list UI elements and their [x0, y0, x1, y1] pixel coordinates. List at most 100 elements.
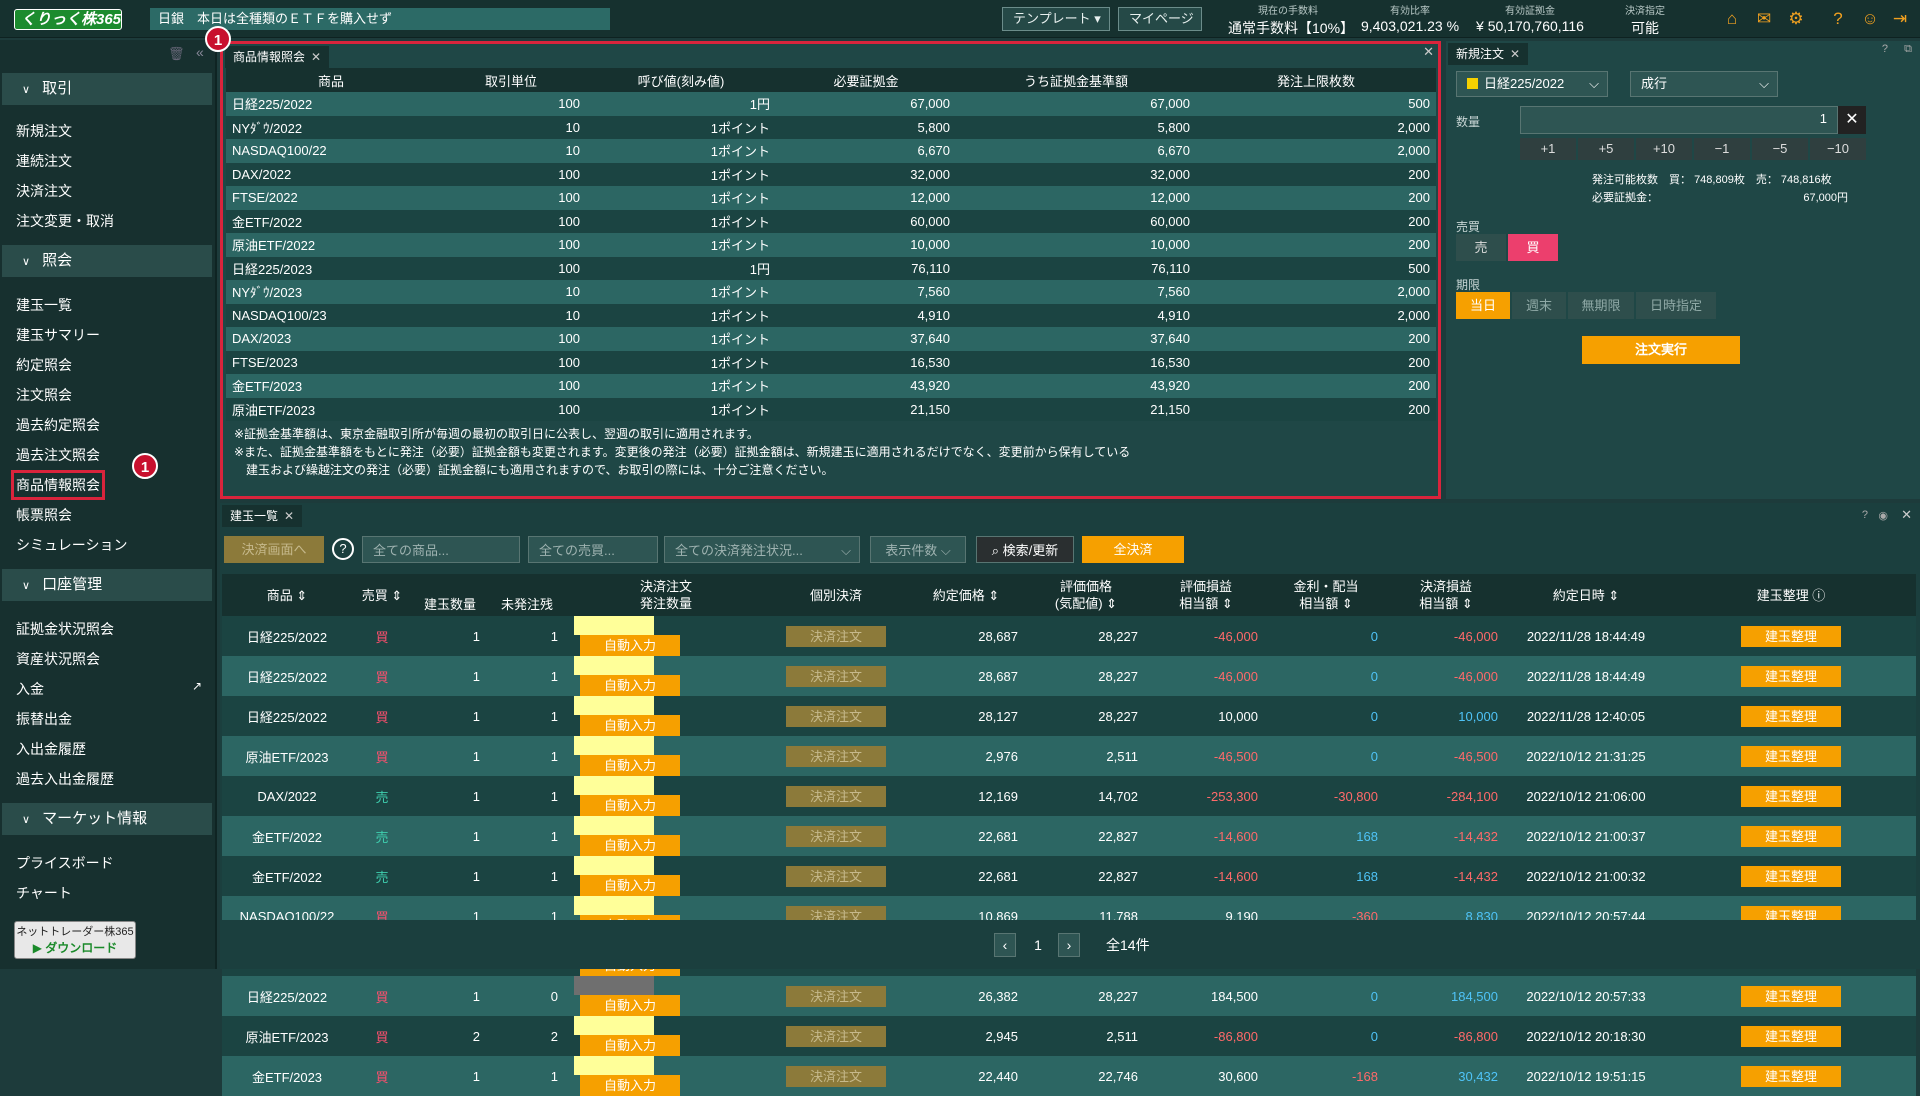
arrange-position-button[interactable]: 建玉整理	[1741, 705, 1841, 727]
sidebar-item-positions[interactable]: 建玉一覧	[16, 295, 72, 315]
arrange-position-button[interactable]: 建玉整理	[1741, 625, 1841, 647]
sidebar-item-price-board[interactable]: プライスボード	[16, 853, 114, 873]
qty-step-button[interactable]: −10	[1810, 138, 1866, 160]
sidebar-item-position-summary[interactable]: 建玉サマリー	[16, 325, 100, 345]
arrange-position-button[interactable]: 建玉整理	[1741, 1065, 1841, 1087]
arrange-position-button[interactable]: 建玉整理	[1741, 865, 1841, 887]
order-qty-input[interactable]	[574, 776, 654, 795]
sidebar-item-simulation[interactable]: シミュレーション	[16, 535, 127, 555]
home-icon[interactable]: ⌂	[1722, 9, 1742, 29]
order-qty-input[interactable]	[574, 976, 654, 995]
sidebar-item-chart[interactable]: チャート	[16, 883, 72, 903]
sidebar-item-margin-status[interactable]: 証拠金状況照会	[16, 619, 114, 639]
qty-step-button[interactable]: −1	[1694, 138, 1750, 160]
sidebar-item-withdrawal[interactable]: 振替出金	[16, 709, 72, 729]
arrange-position-button[interactable]: 建玉整理	[1741, 1025, 1841, 1047]
sidebar-item-reports[interactable]: 帳票照会	[16, 505, 72, 525]
order-qty-input[interactable]	[574, 856, 654, 875]
gear-icon[interactable]: ⚙	[1786, 9, 1806, 29]
section-market-info[interactable]: ∨ マーケット情報	[2, 803, 212, 835]
auto-input-button[interactable]: 自動入力	[580, 835, 680, 856]
auto-input-button[interactable]: 自動入力	[580, 1035, 680, 1056]
period-weekend[interactable]: 週末	[1512, 292, 1566, 319]
panel-close-icon[interactable]: ✕	[1423, 44, 1434, 60]
qty-step-button[interactable]: +10	[1636, 138, 1692, 160]
auto-input-button[interactable]: 自動入力	[580, 995, 680, 1016]
help-icon[interactable]: ?	[1882, 43, 1888, 55]
individual-settle-button[interactable]: 決済注文	[786, 1065, 886, 1087]
search-button[interactable]: ⌕ 検索/更新	[976, 536, 1074, 563]
order-qty-input[interactable]	[574, 696, 654, 715]
individual-settle-button[interactable]: 決済注文	[786, 865, 886, 887]
sidebar-item-asset-status[interactable]: 資産状況照会	[16, 649, 100, 669]
close-icon[interactable]: ✕	[284, 509, 294, 523]
individual-settle-button[interactable]: 決済注文	[786, 705, 886, 727]
auto-input-button[interactable]: 自動入力	[580, 875, 680, 896]
individual-settle-button[interactable]: 決済注文	[786, 985, 886, 1007]
count-filter[interactable]: 表示件数 ⌵	[870, 536, 966, 563]
app-logo[interactable]: くりっく株365	[14, 9, 122, 30]
execute-order-button[interactable]: 注文実行	[1582, 336, 1740, 364]
collapse-icon[interactable]: «	[196, 44, 204, 60]
period-date[interactable]: 日時指定	[1636, 292, 1716, 319]
prev-page-button[interactable]: ‹	[994, 933, 1016, 957]
auto-input-button[interactable]: 自動入力	[580, 795, 680, 816]
product-filter[interactable]: 全ての商品...	[362, 536, 520, 563]
qty-step-button[interactable]: +5	[1578, 138, 1634, 160]
qty-step-button[interactable]: −5	[1752, 138, 1808, 160]
mypage-button[interactable]: マイページ	[1118, 7, 1202, 31]
sidebar-item-past-transfer-history[interactable]: 過去入出金履歴	[16, 769, 114, 789]
qty-input[interactable]: 1	[1520, 106, 1838, 134]
sidebar-item-continuous-order[interactable]: 連続注文	[16, 151, 72, 171]
qty-step-button[interactable]: +1	[1520, 138, 1576, 160]
settle-screen-button[interactable]: 決済画面へ	[224, 536, 324, 563]
order-qty-input[interactable]	[574, 816, 654, 835]
product-select[interactable]: 日経225/2022 ⌵	[1456, 71, 1608, 97]
sidebar-item-orders[interactable]: 注文照会	[16, 385, 72, 405]
period-today[interactable]: 当日	[1456, 292, 1510, 319]
auto-input-button[interactable]: 自動入力	[580, 635, 680, 656]
order-qty-input[interactable]	[574, 656, 654, 675]
mail-icon[interactable]: ✉	[1754, 9, 1774, 29]
tab-new-order[interactable]: 新規注文 ✕	[1448, 43, 1529, 65]
help-icon[interactable]: ?	[1828, 9, 1848, 29]
arrange-position-button[interactable]: 建玉整理	[1741, 745, 1841, 767]
sidebar-item-product-info[interactable]: 商品情報照会	[11, 470, 105, 500]
sidebar-item-modify-cancel[interactable]: 注文変更・取消	[16, 211, 114, 231]
auto-input-button[interactable]: 自動入力	[580, 675, 680, 696]
settle-all-button[interactable]: 全決済	[1082, 536, 1184, 563]
auto-input-button[interactable]: 自動入力	[580, 1075, 680, 1096]
order-type-select[interactable]: 成行 ⌵	[1630, 71, 1778, 97]
individual-settle-button[interactable]: 決済注文	[786, 1025, 886, 1047]
status-filter[interactable]: 全ての決済発注状況... ⌵	[664, 536, 860, 563]
individual-settle-button[interactable]: 決済注文	[786, 785, 886, 807]
order-qty-input[interactable]	[574, 1016, 654, 1035]
order-qty-input[interactable]	[574, 1056, 654, 1075]
side-filter[interactable]: 全ての売買...	[528, 536, 658, 563]
sidebar-item-new-order[interactable]: 新規注文	[16, 121, 72, 141]
help-icon[interactable]: ?	[1862, 509, 1868, 521]
close-icon[interactable]: ✕	[1510, 47, 1520, 61]
section-inquiry[interactable]: ∨ 照会	[2, 245, 212, 277]
individual-settle-button[interactable]: 決済注文	[786, 825, 886, 847]
section-account[interactable]: ∨ 口座管理	[2, 569, 212, 601]
eye-icon[interactable]: ◉	[1878, 509, 1888, 522]
panel-close-icon[interactable]: ✕	[1901, 507, 1912, 523]
user-icon[interactable]: ☺	[1860, 9, 1880, 29]
order-qty-input[interactable]	[574, 616, 654, 635]
download-button[interactable]: ネットトレーダー株365 ▶ ダウンロード	[14, 921, 136, 959]
sidebar-item-settle-order[interactable]: 決済注文	[16, 181, 72, 201]
current-page[interactable]: 1	[1030, 933, 1046, 957]
expand-icon[interactable]: ⧉	[1904, 43, 1912, 56]
next-page-button[interactable]: ›	[1058, 933, 1080, 957]
arrange-position-button[interactable]: 建玉整理	[1741, 825, 1841, 847]
tab-positions[interactable]: 建玉一覧 ✕	[222, 505, 303, 527]
buy-toggle[interactable]: 買	[1508, 234, 1558, 261]
sidebar-item-past-orders[interactable]: 過去注文照会	[16, 445, 100, 465]
trash-icon[interactable]: 🗑	[168, 46, 185, 62]
sell-toggle[interactable]: 売	[1456, 234, 1506, 261]
sidebar-item-deposit[interactable]: 入金 ↗	[16, 679, 206, 699]
tab-product-info[interactable]: 商品情報照会 ✕	[225, 46, 330, 68]
auto-input-button[interactable]: 自動入力	[580, 715, 680, 736]
arrange-position-button[interactable]: 建玉整理	[1741, 985, 1841, 1007]
